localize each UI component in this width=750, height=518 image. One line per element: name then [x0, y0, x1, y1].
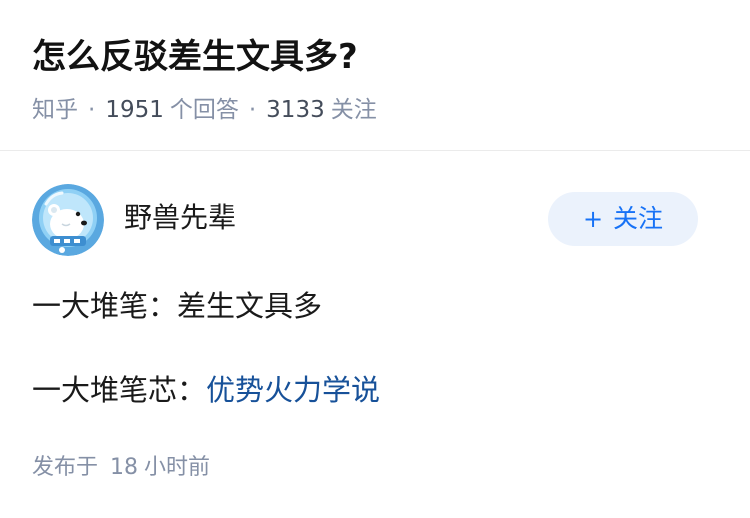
publish-time: 发布于 18 小时前 [32, 452, 210, 484]
polar-bear-astronaut-avatar-icon [32, 184, 104, 256]
follow-button[interactable]: + 关注 [548, 192, 698, 246]
publish-prefix: 发布于 [32, 455, 99, 480]
question-title[interactable]: 怎么反驳差生文具多? [32, 34, 358, 80]
plus-icon: + [582, 205, 604, 233]
answer-count-label: 个回答 [169, 97, 239, 123]
answer-text: 一大堆笔芯： [32, 373, 207, 407]
question-meta: 知乎 · 1951 个回答 · 3133 关注 [32, 94, 377, 126]
answer-paragraph: 一大堆笔：差生文具多 [32, 289, 323, 323]
meta-separator: · [88, 97, 96, 123]
author-avatar[interactable] [32, 184, 104, 256]
answer-link[interactable]: 优势火力学说 [206, 373, 380, 407]
answer-count: 1951 [105, 97, 164, 123]
source-label[interactable]: 知乎 [32, 97, 78, 123]
follower-count: 3133 [266, 97, 325, 123]
meta-separator: · [248, 97, 257, 123]
follower-count-label: 关注 [330, 97, 377, 123]
publish-number: 18 [110, 455, 139, 480]
question-header: 怎么反驳差生文具多? 知乎 · 1951 个回答 · 3133 关注 [0, 0, 750, 151]
answer-paragraph: 一大堆笔芯：优势火力学说 [32, 370, 380, 410]
publish-suffix: 小时前 [144, 455, 211, 480]
follow-button-label: 关注 [613, 204, 664, 233]
author-name[interactable]: 野兽先辈 [124, 200, 236, 236]
